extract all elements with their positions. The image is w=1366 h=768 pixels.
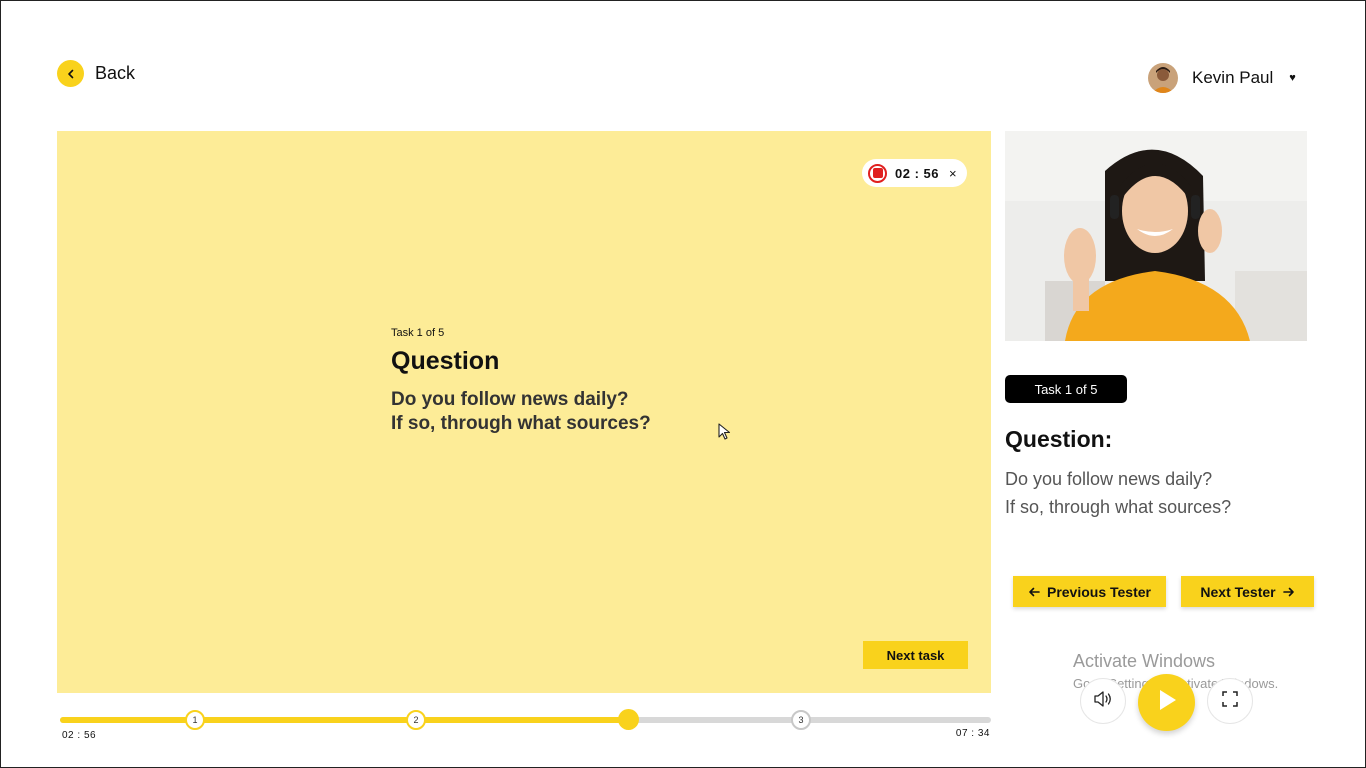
timeline-progress: [60, 717, 628, 723]
caret-down-icon: ♥: [1289, 72, 1296, 84]
next-task-button[interactable]: Next task: [863, 641, 968, 669]
fullscreen-icon: [1222, 690, 1238, 712]
back-label: Back: [95, 63, 136, 83]
panel-question-text: Do you follow news daily? If so, through…: [1005, 465, 1231, 521]
speaker-icon: [1093, 690, 1113, 713]
question-text: Do you follow news daily? If so, through…: [391, 388, 651, 436]
tester-webcam-video: [1005, 131, 1307, 341]
question-line-1: Do you follow news daily?: [391, 389, 629, 410]
chevron-left-icon: [57, 60, 84, 87]
close-icon[interactable]: ×: [949, 166, 957, 181]
next-tester-button[interactable]: Next Tester: [1181, 576, 1314, 607]
volume-button[interactable]: [1080, 678, 1126, 724]
record-icon: [868, 163, 887, 183]
avatar: [1148, 63, 1178, 93]
fullscreen-button[interactable]: [1207, 678, 1253, 724]
next-tester-label: Next Tester: [1200, 583, 1276, 600]
elapsed-time: 02 : 56: [62, 730, 97, 741]
total-time: 07 : 34: [955, 728, 990, 739]
screen-recording-stage: 02 : 56 × Task 1 of 5 Question Do you fo…: [57, 131, 991, 693]
video-timeline[interactable]: 1 2 3 02 : 56 07 : 34: [60, 709, 991, 750]
recording-time: 02 : 56: [895, 165, 939, 181]
timeline-scrubber-handle[interactable]: [618, 709, 639, 730]
task-marker-1[interactable]: 1: [185, 710, 205, 730]
previous-tester-label: Previous Tester: [1046, 583, 1151, 600]
panel-question-title: Question:: [1005, 426, 1113, 452]
panel-question-line-1: Do you follow news daily?: [1005, 469, 1213, 489]
back-button[interactable]: Back: [57, 60, 135, 87]
panel-question-line-2: If so, through what sources?: [1005, 497, 1232, 517]
previous-tester-button[interactable]: Previous Tester: [1013, 576, 1166, 607]
task-badge: Task 1 of 5: [1005, 375, 1127, 403]
question-title: Question: [391, 347, 500, 375]
arrow-left-icon: [1028, 584, 1040, 600]
task-marker-2[interactable]: 2: [406, 710, 426, 730]
watermark-title: Activate Windows: [1073, 651, 1216, 671]
arrow-right-icon: [1282, 584, 1295, 600]
recording-indicator: 02 : 56 ×: [862, 159, 967, 187]
user-name: Kevin Paul: [1192, 68, 1274, 87]
mouse-cursor-icon: [717, 423, 733, 446]
play-icon: [1156, 688, 1178, 717]
question-line-2: If so, through what sources?: [391, 413, 651, 434]
task-label: Task 1 of 5: [391, 327, 445, 339]
play-button[interactable]: [1138, 674, 1195, 731]
task-marker-3[interactable]: 3: [791, 710, 811, 730]
question-block: Task 1 of 5 Question Do you follow news …: [391, 327, 651, 436]
user-menu[interactable]: Kevin Paul ♥: [1148, 63, 1296, 93]
